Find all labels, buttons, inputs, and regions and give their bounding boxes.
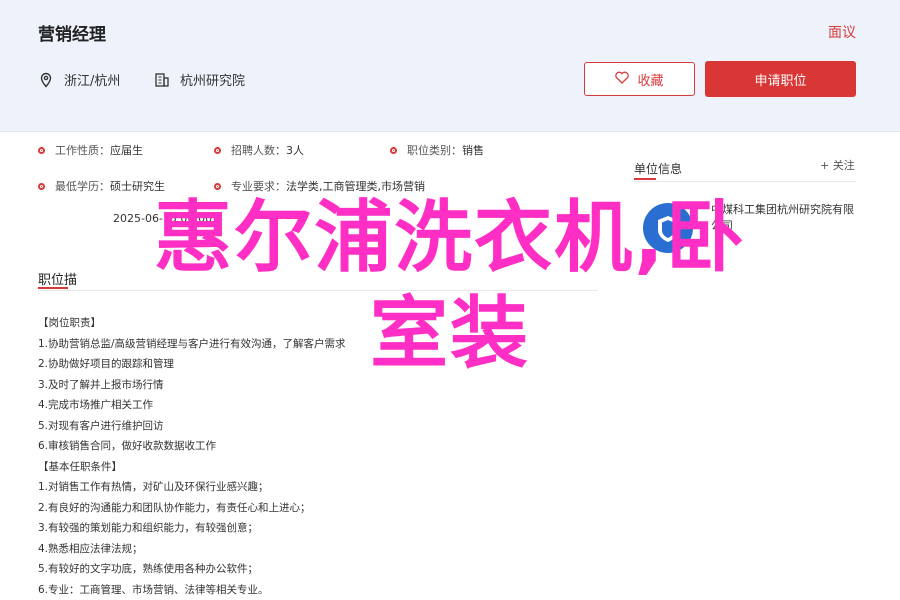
info-category: 职位类别：销售 xyxy=(390,142,484,158)
shield-icon xyxy=(643,203,693,253)
job-title: 营销经理 xyxy=(38,20,106,45)
divider xyxy=(634,181,856,182)
description-line: 6.审核销售合同，做好收款数据收工作 xyxy=(38,436,346,457)
company-info-underline xyxy=(634,178,656,180)
bullet-icon xyxy=(390,147,397,154)
salary-label: 面议 xyxy=(828,22,856,42)
description-line: 5.对现有客户进行维护回访 xyxy=(38,416,346,437)
description-line: 2.协助做好项目的跟踪和管理 xyxy=(38,354,346,375)
bullet-icon xyxy=(38,183,45,190)
company-meta: 杭州研究院 xyxy=(154,70,245,89)
favorite-button[interactable]: 收藏 xyxy=(584,62,695,96)
building-icon xyxy=(154,72,170,88)
description-line: 4.熟悉相应法律法规； xyxy=(38,539,346,560)
description-line: 2.有良好的沟通能力和团队协作能力，有责任心和上进心； xyxy=(38,498,346,519)
description-line: 1.对销售工作有热情，对矿山及环保行业感兴趣； xyxy=(38,477,346,498)
bullet-icon xyxy=(214,183,221,190)
apply-button[interactable]: 申请职位 xyxy=(705,61,856,97)
description-title-underline xyxy=(38,287,68,289)
location-pin-icon xyxy=(38,72,54,88)
info-major: 专业要求：法学类,工商管理类,市场营销 xyxy=(214,178,425,194)
company-name[interactable]: 中煤科工集团杭州研究院有限 公司 xyxy=(711,201,854,233)
company-logo xyxy=(643,203,693,253)
description-title: 职位描 xyxy=(38,269,77,288)
bullet-icon xyxy=(38,147,45,154)
info-date: 2025-06-15 00:00 xyxy=(113,212,212,225)
divider xyxy=(38,290,598,291)
info-nature: 工作性质：应届生 xyxy=(38,142,143,158)
description-line: 【岗位职责】 xyxy=(38,313,346,334)
info-education: 最低学历：硕士研究生 xyxy=(38,178,165,194)
description-line: 4.完成市场推广相关工作 xyxy=(38,395,346,416)
location-text: 浙江/杭州 xyxy=(64,70,120,89)
company-text[interactable]: 杭州研究院 xyxy=(180,70,245,89)
location-meta: 浙江/杭州 xyxy=(38,70,120,89)
heart-icon xyxy=(615,71,629,88)
description-body: 【岗位职责】 1.协助营销总监/高级营销经理与客户进行有效沟通，了解客户需求 2… xyxy=(38,313,346,600)
description-line: 5.有较好的文字功底，熟练使用各种办公软件； xyxy=(38,559,346,580)
favorite-label: 收藏 xyxy=(637,70,663,89)
company-info-title: 单位信息 xyxy=(634,160,682,177)
description-line: 3.及时了解并上报市场行情 xyxy=(38,375,346,396)
bullet-icon xyxy=(214,147,221,154)
info-recruit: 招聘人数：3人 xyxy=(214,142,304,158)
description-line: 1.协助营销总监/高级营销经理与客户进行有效沟通，了解客户需求 xyxy=(38,334,346,355)
description-line: 3.有较强的策划能力和组织能力，有较强创意； xyxy=(38,518,346,539)
description-line: 【基本任职条件】 xyxy=(38,457,346,478)
description-line: 6.专业：工商管理、市场营销、法律等相关专业。 xyxy=(38,580,346,600)
job-header: 营销经理 面议 浙江/杭州 杭州研究院 收藏 申请职位 xyxy=(0,0,900,132)
follow-button[interactable]: + 关注 xyxy=(820,157,855,173)
